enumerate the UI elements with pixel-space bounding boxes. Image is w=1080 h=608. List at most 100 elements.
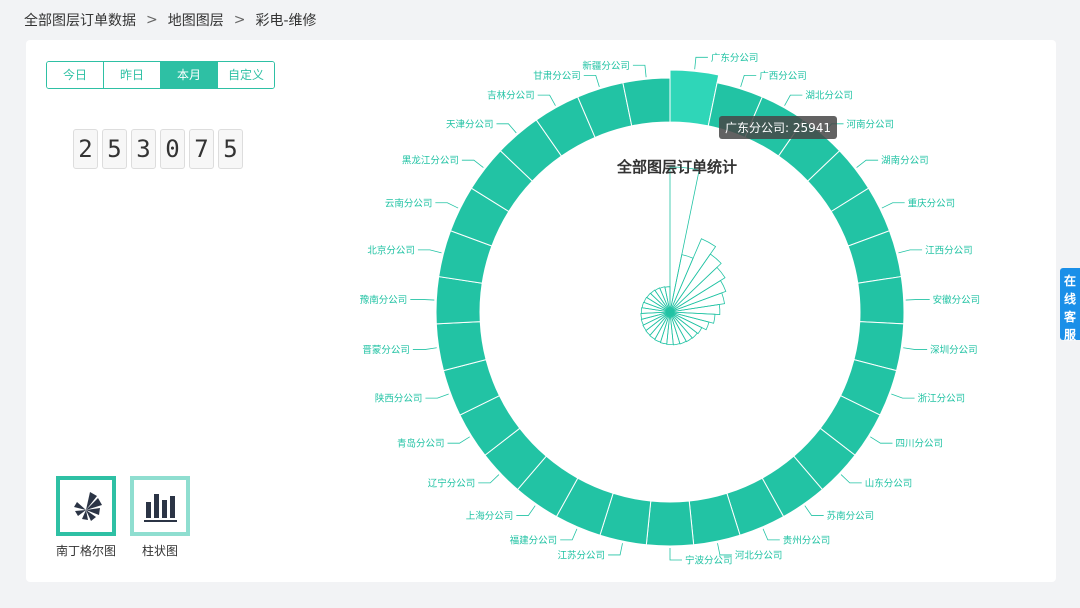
label-leader-line (870, 436, 893, 444)
label-leader-line (840, 474, 862, 484)
category-label: 河南分公司 (847, 118, 895, 130)
bar-chart-icon (144, 494, 177, 522)
service-char: 客 (1063, 310, 1076, 324)
category-label: 北京分公司 (367, 244, 415, 256)
category-label: 湖北分公司 (805, 91, 853, 102)
label-leader-line (881, 202, 905, 209)
category-label: 四川分公司 (895, 439, 943, 450)
breadcrumb: 全部图层订单数据 > 地图图层 > 彩电-维修 (24, 10, 317, 30)
label-leader-line (856, 159, 879, 168)
counter-digit: 0 (160, 129, 185, 169)
category-label: 新疆分公司 (582, 60, 630, 72)
counter-digit: 5 (102, 129, 127, 169)
label-leader-line (669, 548, 682, 561)
category-label: 宁波分公司 (685, 555, 733, 567)
label-leader-line (804, 505, 824, 516)
service-char: 在 (1063, 274, 1076, 288)
label-leader-line (435, 202, 459, 209)
category-label: 苏南分公司 (827, 510, 875, 522)
bar-chart-label: 柱状图 (141, 544, 178, 558)
category-label: 吉林分公司 (487, 90, 535, 102)
tab-this-month[interactable]: 本月 (161, 62, 218, 88)
chart-tooltip: 广东分公司: 25941 (719, 116, 838, 139)
category-label: 广西分公司 (759, 70, 807, 82)
category-label: 豫南分公司 (360, 294, 408, 306)
bar-button-frame (130, 476, 190, 536)
label-leader-line (608, 543, 623, 556)
category-label: 陕西分公司 (375, 393, 423, 405)
date-range-tabs: 今日 昨日 本月 自定义 (46, 61, 275, 89)
counter-digit: 2 (73, 129, 98, 169)
category-label: 湖南分公司 (881, 155, 929, 167)
label-leader-line (583, 74, 600, 87)
label-leader-line (694, 56, 708, 70)
label-leader-line (447, 436, 470, 444)
category-label: 深圳分公司 (930, 345, 978, 356)
breadcrumb-item-map-layer[interactable]: 地图图层 (168, 10, 224, 30)
tab-custom[interactable]: 自定义 (218, 62, 274, 88)
label-leader-line (410, 299, 435, 301)
nightingale-chart-button[interactable]: 南丁格尔图 (53, 476, 119, 559)
online-service-button[interactable]: 在 线 客 服 (1060, 268, 1080, 342)
category-label: 辽宁分公司 (428, 477, 476, 489)
label-leader-line (425, 393, 449, 399)
label-leader-line (784, 94, 803, 106)
label-leader-line (417, 249, 442, 254)
label-leader-line (461, 159, 484, 168)
chart-title: 全部图层订单统计 (617, 158, 738, 176)
category-label: 云南分公司 (385, 197, 433, 209)
ring-segment[interactable] (622, 77, 671, 127)
category-label: 安徽分公司 (933, 294, 981, 306)
category-label: 福建分公司 (510, 534, 558, 546)
label-leader-line (905, 299, 930, 301)
category-label: 山东分公司 (865, 477, 913, 489)
order-total-counter: 2 5 3 0 7 5 (73, 129, 243, 169)
breadcrumb-separator: > (233, 12, 246, 28)
counter-digit: 5 (218, 129, 243, 169)
label-leader-line (478, 474, 500, 484)
category-label: 江西分公司 (925, 245, 973, 256)
category-label: 江苏分公司 (558, 549, 606, 561)
category-label: 青岛分公司 (397, 438, 445, 450)
tab-today[interactable]: 今日 (47, 62, 104, 88)
category-label: 晋蒙分公司 (362, 344, 410, 356)
nightingale-button-frame (56, 476, 116, 536)
label-leader-line (412, 347, 437, 350)
rose-petal[interactable] (669, 266, 726, 313)
nightingale-rose-chart: 广东分公司广西分公司湖北分公司河南分公司湖南分公司重庆分公司江西分公司安徽分公司… (360, 52, 981, 567)
label-leader-line (632, 64, 647, 78)
label-leader-line (496, 123, 517, 134)
category-label: 甘肃分公司 (533, 70, 581, 82)
label-leader-line (903, 347, 928, 350)
chart-type-switcher: 南丁格尔图 柱状图 (53, 476, 193, 559)
label-leader-line (762, 528, 780, 541)
category-label: 上海分公司 (466, 510, 514, 522)
label-leader-line (898, 249, 923, 254)
category-label: 重庆分公司 (908, 197, 956, 209)
label-leader-line (717, 543, 732, 556)
breadcrumb-item-current: 彩电-维修 (255, 13, 317, 29)
rose-petal[interactable] (669, 253, 722, 313)
label-leader-line (560, 528, 578, 541)
chart-rose-petals (640, 166, 727, 346)
nightingale-rose-icon (74, 492, 102, 521)
category-label: 天津分公司 (446, 119, 494, 130)
service-char: 线 (1063, 292, 1076, 306)
label-leader-line (537, 94, 556, 106)
nightingale-chart-label: 南丁格尔图 (55, 544, 116, 558)
category-label: 黑龙江分公司 (402, 155, 459, 167)
category-label: 河北分公司 (735, 549, 783, 561)
ring-segment[interactable] (435, 275, 483, 325)
counter-digit: 3 (131, 129, 156, 169)
ring-segment[interactable] (645, 500, 695, 547)
rose-petal[interactable] (669, 292, 725, 313)
breadcrumb-item-all-orders[interactable]: 全部图层订单数据 (24, 10, 136, 30)
label-leader-line (740, 74, 757, 87)
counter-digit: 7 (189, 129, 214, 169)
tab-yesterday[interactable]: 昨日 (104, 62, 161, 88)
label-leader-line (516, 505, 536, 516)
ring-segment[interactable] (857, 275, 905, 325)
category-label: 浙江分公司 (918, 393, 966, 405)
service-char: 服 (1063, 328, 1076, 342)
bar-chart-button[interactable]: 柱状图 (127, 476, 193, 559)
